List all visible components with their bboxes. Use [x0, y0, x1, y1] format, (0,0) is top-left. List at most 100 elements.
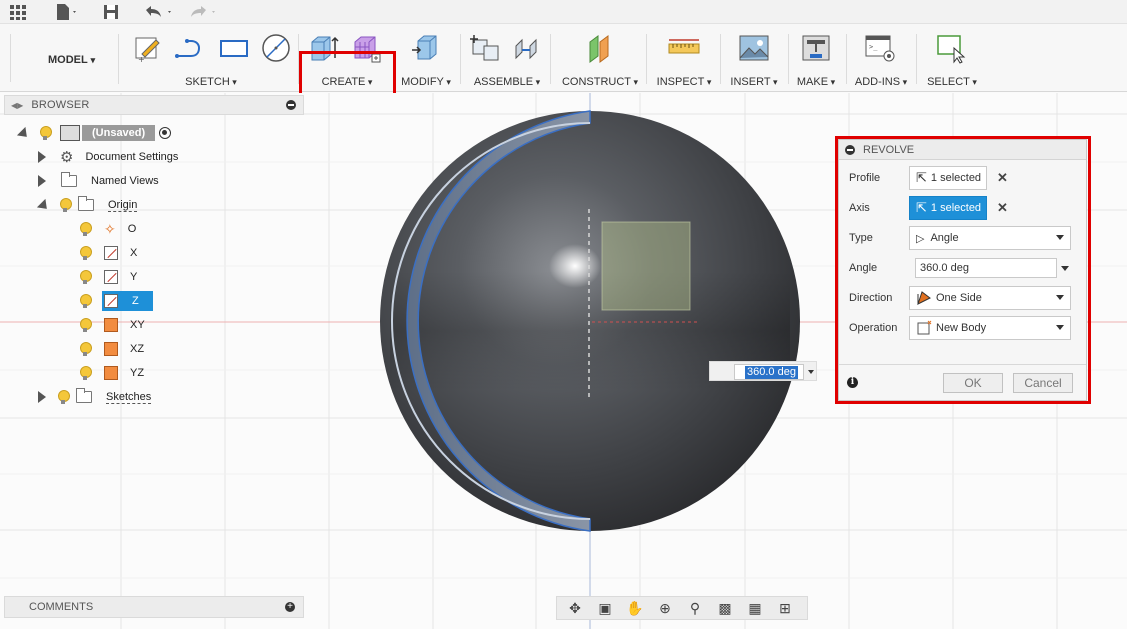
tree-label: Document Settings [85, 151, 179, 163]
visibility-bulb-icon[interactable] [80, 246, 92, 260]
tree-row-yz-plane[interactable]: YZ [80, 362, 144, 384]
undo-icon[interactable] [142, 2, 176, 22]
measure-icon[interactable] [668, 32, 700, 64]
group-assemble[interactable]: ASSEMBLE [470, 24, 544, 92]
group-make[interactable]: MAKE [792, 24, 840, 92]
svg-text:>_: >_ [869, 43, 878, 51]
comments-panel[interactable]: COMMENTS + [4, 596, 304, 618]
scripts-addins-icon[interactable]: >_ [864, 32, 896, 64]
group-inspect[interactable]: INSPECT [656, 24, 712, 92]
angle-manipulator-input[interactable]: 360.0 deg [709, 361, 817, 381]
separator [646, 34, 647, 84]
3d-print-icon[interactable] [800, 32, 832, 64]
revolved-sphere-body[interactable] [370, 101, 810, 541]
angle-input-box[interactable]: 360.0 deg [734, 364, 804, 380]
expand-arrow-icon[interactable] [38, 391, 46, 403]
tree-row-origin-point[interactable]: ✧ O [80, 218, 136, 240]
pan-hand-icon[interactable]: ✋ [623, 599, 647, 617]
tree-row-root[interactable]: (Unsaved) [16, 122, 172, 144]
viewports-icon[interactable]: ⊞ [773, 599, 797, 617]
gear-icon: ⚙ [60, 149, 74, 166]
rectangle-icon[interactable] [218, 32, 250, 64]
group-addins[interactable]: >_ ADD-INS [852, 24, 910, 92]
tree-row-x-axis[interactable]: X [80, 242, 137, 264]
visibility-bulb-icon[interactable] [80, 294, 92, 308]
save-icon[interactable] [102, 2, 120, 22]
chevron-down-icon[interactable] [808, 370, 814, 374]
look-at-icon[interactable]: ▣ [593, 599, 617, 617]
group-modify-label: MODIFY [398, 76, 454, 88]
joint-icon[interactable] [512, 32, 544, 64]
create-sketch-icon[interactable]: + [132, 32, 164, 64]
tree-row-xz-plane[interactable]: XZ [80, 338, 144, 360]
group-insert[interactable]: INSERT [726, 24, 782, 92]
separator [550, 34, 551, 84]
group-construct-label: CONSTRUCT [560, 76, 640, 88]
separator [846, 34, 847, 84]
angle-input-value[interactable]: 360.0 deg [745, 366, 798, 379]
workspace-switcher[interactable]: MODEL ▾ [48, 54, 95, 66]
add-comment-icon[interactable]: + [285, 602, 295, 612]
tree-row-document-settings[interactable]: ⚙ Document Settings [38, 146, 178, 168]
ribbon-grip [10, 34, 11, 82]
circle-icon[interactable] [260, 32, 292, 64]
group-modify[interactable]: MODIFY [398, 24, 454, 92]
tree-row-y-axis[interactable]: Y [80, 266, 137, 288]
group-assemble-label: ASSEMBLE [470, 76, 544, 88]
redo-icon[interactable] [186, 2, 220, 22]
group-sketch[interactable]: + SKETCH [126, 24, 296, 92]
group-select-label: SELECT [924, 76, 980, 88]
group-construct[interactable]: CONSTRUCT [560, 24, 640, 92]
visibility-bulb-icon[interactable] [40, 126, 52, 140]
expand-arrow-icon[interactable] [36, 198, 52, 214]
separator [916, 34, 917, 84]
visibility-bulb-icon[interactable] [80, 342, 92, 356]
visibility-bulb-icon[interactable] [80, 366, 92, 380]
selected-highlight: Z [102, 291, 153, 311]
comments-title: COMMENTS [29, 601, 94, 613]
tree-row-named-views[interactable]: Named Views [38, 170, 159, 192]
axis-icon [104, 270, 118, 284]
expand-arrow-icon[interactable] [38, 175, 46, 187]
expand-arrow-icon[interactable] [38, 151, 46, 163]
group-select[interactable]: SELECT [924, 24, 980, 92]
origin-point-icon: ✧ [104, 220, 116, 237]
browser-header[interactable]: ◀▶ BROWSER [4, 95, 304, 115]
select-icon[interactable] [936, 32, 968, 64]
visibility-bulb-icon[interactable] [80, 270, 92, 284]
expand-arrow-icon[interactable] [16, 126, 32, 142]
line-icon[interactable] [174, 32, 206, 64]
axis-icon [104, 246, 118, 260]
tree-row-origin[interactable]: Origin [36, 194, 138, 216]
visibility-bulb-icon[interactable] [60, 198, 72, 212]
root-component-label[interactable]: (Unsaved) [82, 125, 156, 141]
plane-icon [104, 366, 118, 380]
press-pull-icon[interactable] [410, 32, 442, 64]
activate-radio-icon[interactable] [159, 127, 172, 139]
revolve-highlight-box [835, 136, 1091, 404]
browser-title: BROWSER [31, 99, 90, 111]
insert-image-icon[interactable] [738, 32, 770, 64]
visibility-bulb-icon[interactable] [58, 390, 70, 404]
file-menu-icon[interactable] [54, 2, 78, 22]
orbit-icon[interactable]: ✥ [563, 599, 587, 617]
collapse-icon[interactable] [286, 100, 296, 110]
tree-row-z-axis[interactable]: Z [80, 290, 153, 312]
offset-plane-icon[interactable] [584, 32, 616, 64]
display-settings-icon[interactable]: ▩ [713, 599, 737, 617]
data-panel-grid-icon[interactable] [8, 2, 28, 22]
tree-row-sketches[interactable]: Sketches [38, 386, 152, 408]
visibility-bulb-icon[interactable] [80, 222, 92, 236]
fit-zoom-icon[interactable]: ⚲ [683, 599, 707, 617]
grid-settings-icon[interactable]: ▦ [743, 599, 767, 617]
tree-row-xy-plane[interactable]: XY [80, 314, 145, 336]
group-insert-label: INSERT [726, 76, 782, 88]
tree-label: O [127, 223, 137, 235]
folder-icon [76, 388, 92, 403]
chevron-down-icon: ▾ [90, 55, 96, 65]
tree-label: XZ [130, 343, 145, 355]
zoom-icon[interactable]: ⊕ [653, 599, 677, 617]
separator [720, 34, 721, 84]
new-component-icon[interactable] [470, 32, 502, 64]
visibility-bulb-icon[interactable] [80, 318, 92, 332]
